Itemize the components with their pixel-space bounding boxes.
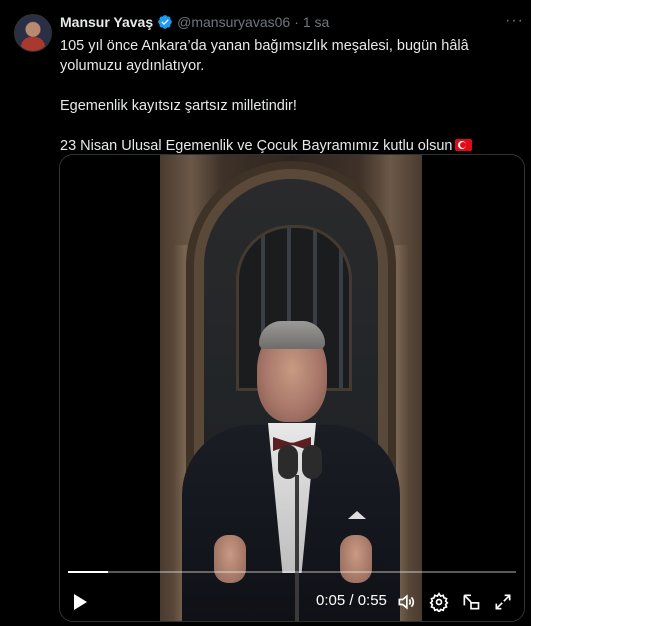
hand-graphic xyxy=(214,535,246,583)
play-icon[interactable] xyxy=(70,591,90,613)
video-frame[interactable] xyxy=(160,155,422,621)
hair-graphic xyxy=(259,321,325,349)
tweet: Mansur Yavaş @mansuryavas06 · 1 sa ··· 1… xyxy=(0,0,531,626)
separator-dot: · xyxy=(294,14,299,30)
author-name[interactable]: Mansur Yavaş xyxy=(60,14,153,30)
verified-badge-icon xyxy=(157,14,173,30)
tweet-header: Mansur Yavaş @mansuryavas06 · 1 sa xyxy=(60,14,329,30)
tweet-paragraph: 23 Nisan Ulusal Egemenlik ve Çocuk Bayra… xyxy=(60,136,515,156)
video-player[interactable]: 0:05 / 0:55 xyxy=(59,154,525,622)
hand-graphic xyxy=(340,535,372,583)
tweet-timestamp[interactable]: 1 sa xyxy=(303,14,329,30)
tweet-paragraph: 105 yıl önce Ankara’da yanan bağımsızlık… xyxy=(60,38,469,74)
microphone-graphic xyxy=(278,445,298,479)
tweet-paragraph-text: 23 Nisan Ulusal Egemenlik ve Çocuk Bayra… xyxy=(60,138,453,154)
tweet-paragraph: Egemenlik kayıtsız şartsız milletindir! xyxy=(60,98,297,114)
tweet-text: 105 yıl önce Ankara’da yanan bağımsızlık… xyxy=(60,36,515,156)
video-controls: 0:05 / 0:55 xyxy=(60,583,524,621)
video-progress-bar[interactable] xyxy=(68,571,516,573)
fullscreen-icon[interactable] xyxy=(493,592,513,612)
author-handle[interactable]: @mansuryavas06 xyxy=(177,14,290,30)
video-time: 0:05 / 0:55 xyxy=(316,592,387,609)
avatar[interactable] xyxy=(14,14,52,52)
volume-icon[interactable] xyxy=(396,592,416,612)
more-options-icon[interactable]: ··· xyxy=(505,12,524,30)
video-progress-fill xyxy=(68,571,109,573)
picture-in-picture-icon[interactable] xyxy=(461,592,481,612)
settings-icon[interactable] xyxy=(429,592,449,612)
microphone-graphic xyxy=(302,445,322,479)
turkey-flag-icon xyxy=(455,139,473,151)
